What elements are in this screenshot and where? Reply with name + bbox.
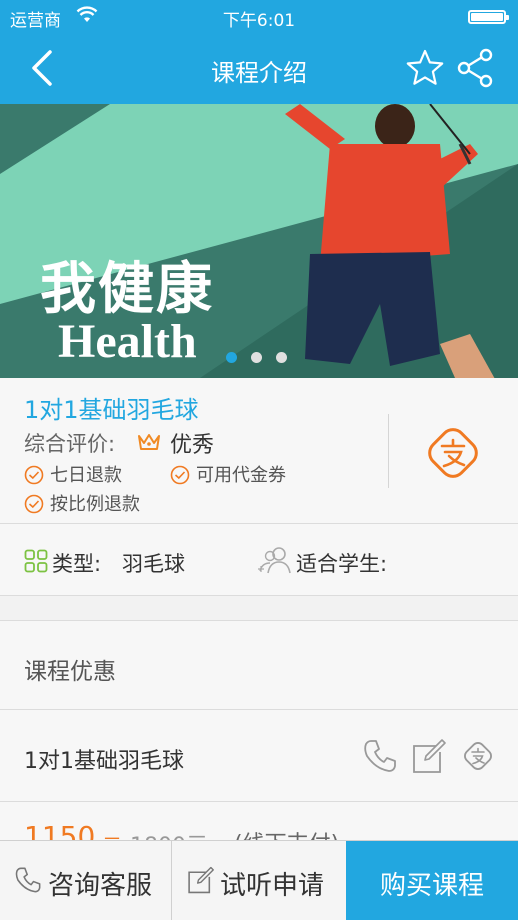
buy-course-button[interactable]: 购买课程	[346, 841, 518, 920]
carousel-dot[interactable]	[276, 352, 287, 363]
alipay-icon[interactable]	[420, 420, 486, 486]
policy-tag-label: 按比例退款	[50, 494, 140, 515]
battery-icon	[468, 10, 509, 24]
check-circle-icon	[24, 465, 44, 485]
carousel-indicator[interactable]	[226, 348, 301, 363]
rating-label: 综合评价:	[24, 432, 116, 456]
clock: 下午6:01	[222, 11, 296, 31]
status-bar: 运营商 下午6:01	[0, 0, 518, 34]
policy-tag-label: 七日退款	[50, 465, 122, 486]
policy-tag: 按比例退款	[24, 490, 140, 516]
crown-icon	[138, 434, 160, 450]
banner-headline-en: Health	[58, 315, 197, 368]
banner-headline-cn: 我健康	[40, 257, 214, 322]
share-icon[interactable]	[456, 48, 494, 88]
consult-service-button[interactable]: 咨询客服	[0, 841, 172, 920]
type-value: 羽毛球	[122, 552, 185, 576]
consult-service-label: 咨询客服	[48, 871, 153, 901]
course-name: 1对1基础羽毛球	[24, 396, 199, 424]
sale-price: 1150	[24, 820, 96, 842]
top-bar: 运营商 下午6:01 课程介绍	[0, 0, 518, 104]
students-icon	[258, 547, 291, 574]
policy-tag-label: 可用代金券	[196, 465, 286, 486]
check-circle-icon	[170, 465, 190, 485]
price-row: 1150 元 1800元 (线下支付)	[0, 802, 518, 842]
course-attributes: 类型: 羽毛球 适合学生:	[0, 524, 518, 596]
check-circle-icon	[24, 494, 44, 514]
course-info: 1对1基础羽毛球 综合评价: 优秀 七日退款 可用代金券 按比例退款	[0, 378, 518, 524]
students-label: 适合学生:	[296, 552, 388, 576]
edit-icon	[188, 866, 214, 894]
trial-request-button[interactable]: 试听申请	[172, 841, 346, 920]
vertical-divider	[388, 414, 389, 488]
type-label: 类型:	[52, 552, 102, 576]
offers-section-header: 课程优惠	[0, 620, 518, 710]
alipay-small-icon[interactable]	[460, 738, 496, 774]
carousel-dot[interactable]	[226, 352, 237, 363]
nav-bar: 课程介绍	[0, 34, 518, 104]
carousel-dot[interactable]	[251, 352, 262, 363]
promo-banner[interactable]: 我健康 Health	[0, 104, 518, 378]
policy-tag: 七日退款	[24, 461, 122, 487]
offer-row[interactable]: 1对1基础羽毛球	[0, 710, 518, 802]
bottom-action-bar: 咨询客服 试听申请 购买课程	[0, 840, 518, 920]
phone-icon	[15, 867, 41, 893]
policy-tag: 可用代金券	[170, 461, 286, 487]
offers-title: 课程优惠	[24, 659, 116, 685]
phone-icon[interactable]	[362, 738, 398, 774]
offer-course-name: 1对1基础羽毛球	[24, 749, 184, 774]
category-grid-icon	[24, 549, 48, 573]
rating-value: 优秀	[170, 433, 215, 458]
edit-icon[interactable]	[410, 738, 446, 774]
buy-course-label: 购买课程	[379, 871, 484, 901]
favorite-star-icon[interactable]	[405, 48, 445, 88]
trial-request-label: 试听申请	[220, 871, 325, 901]
